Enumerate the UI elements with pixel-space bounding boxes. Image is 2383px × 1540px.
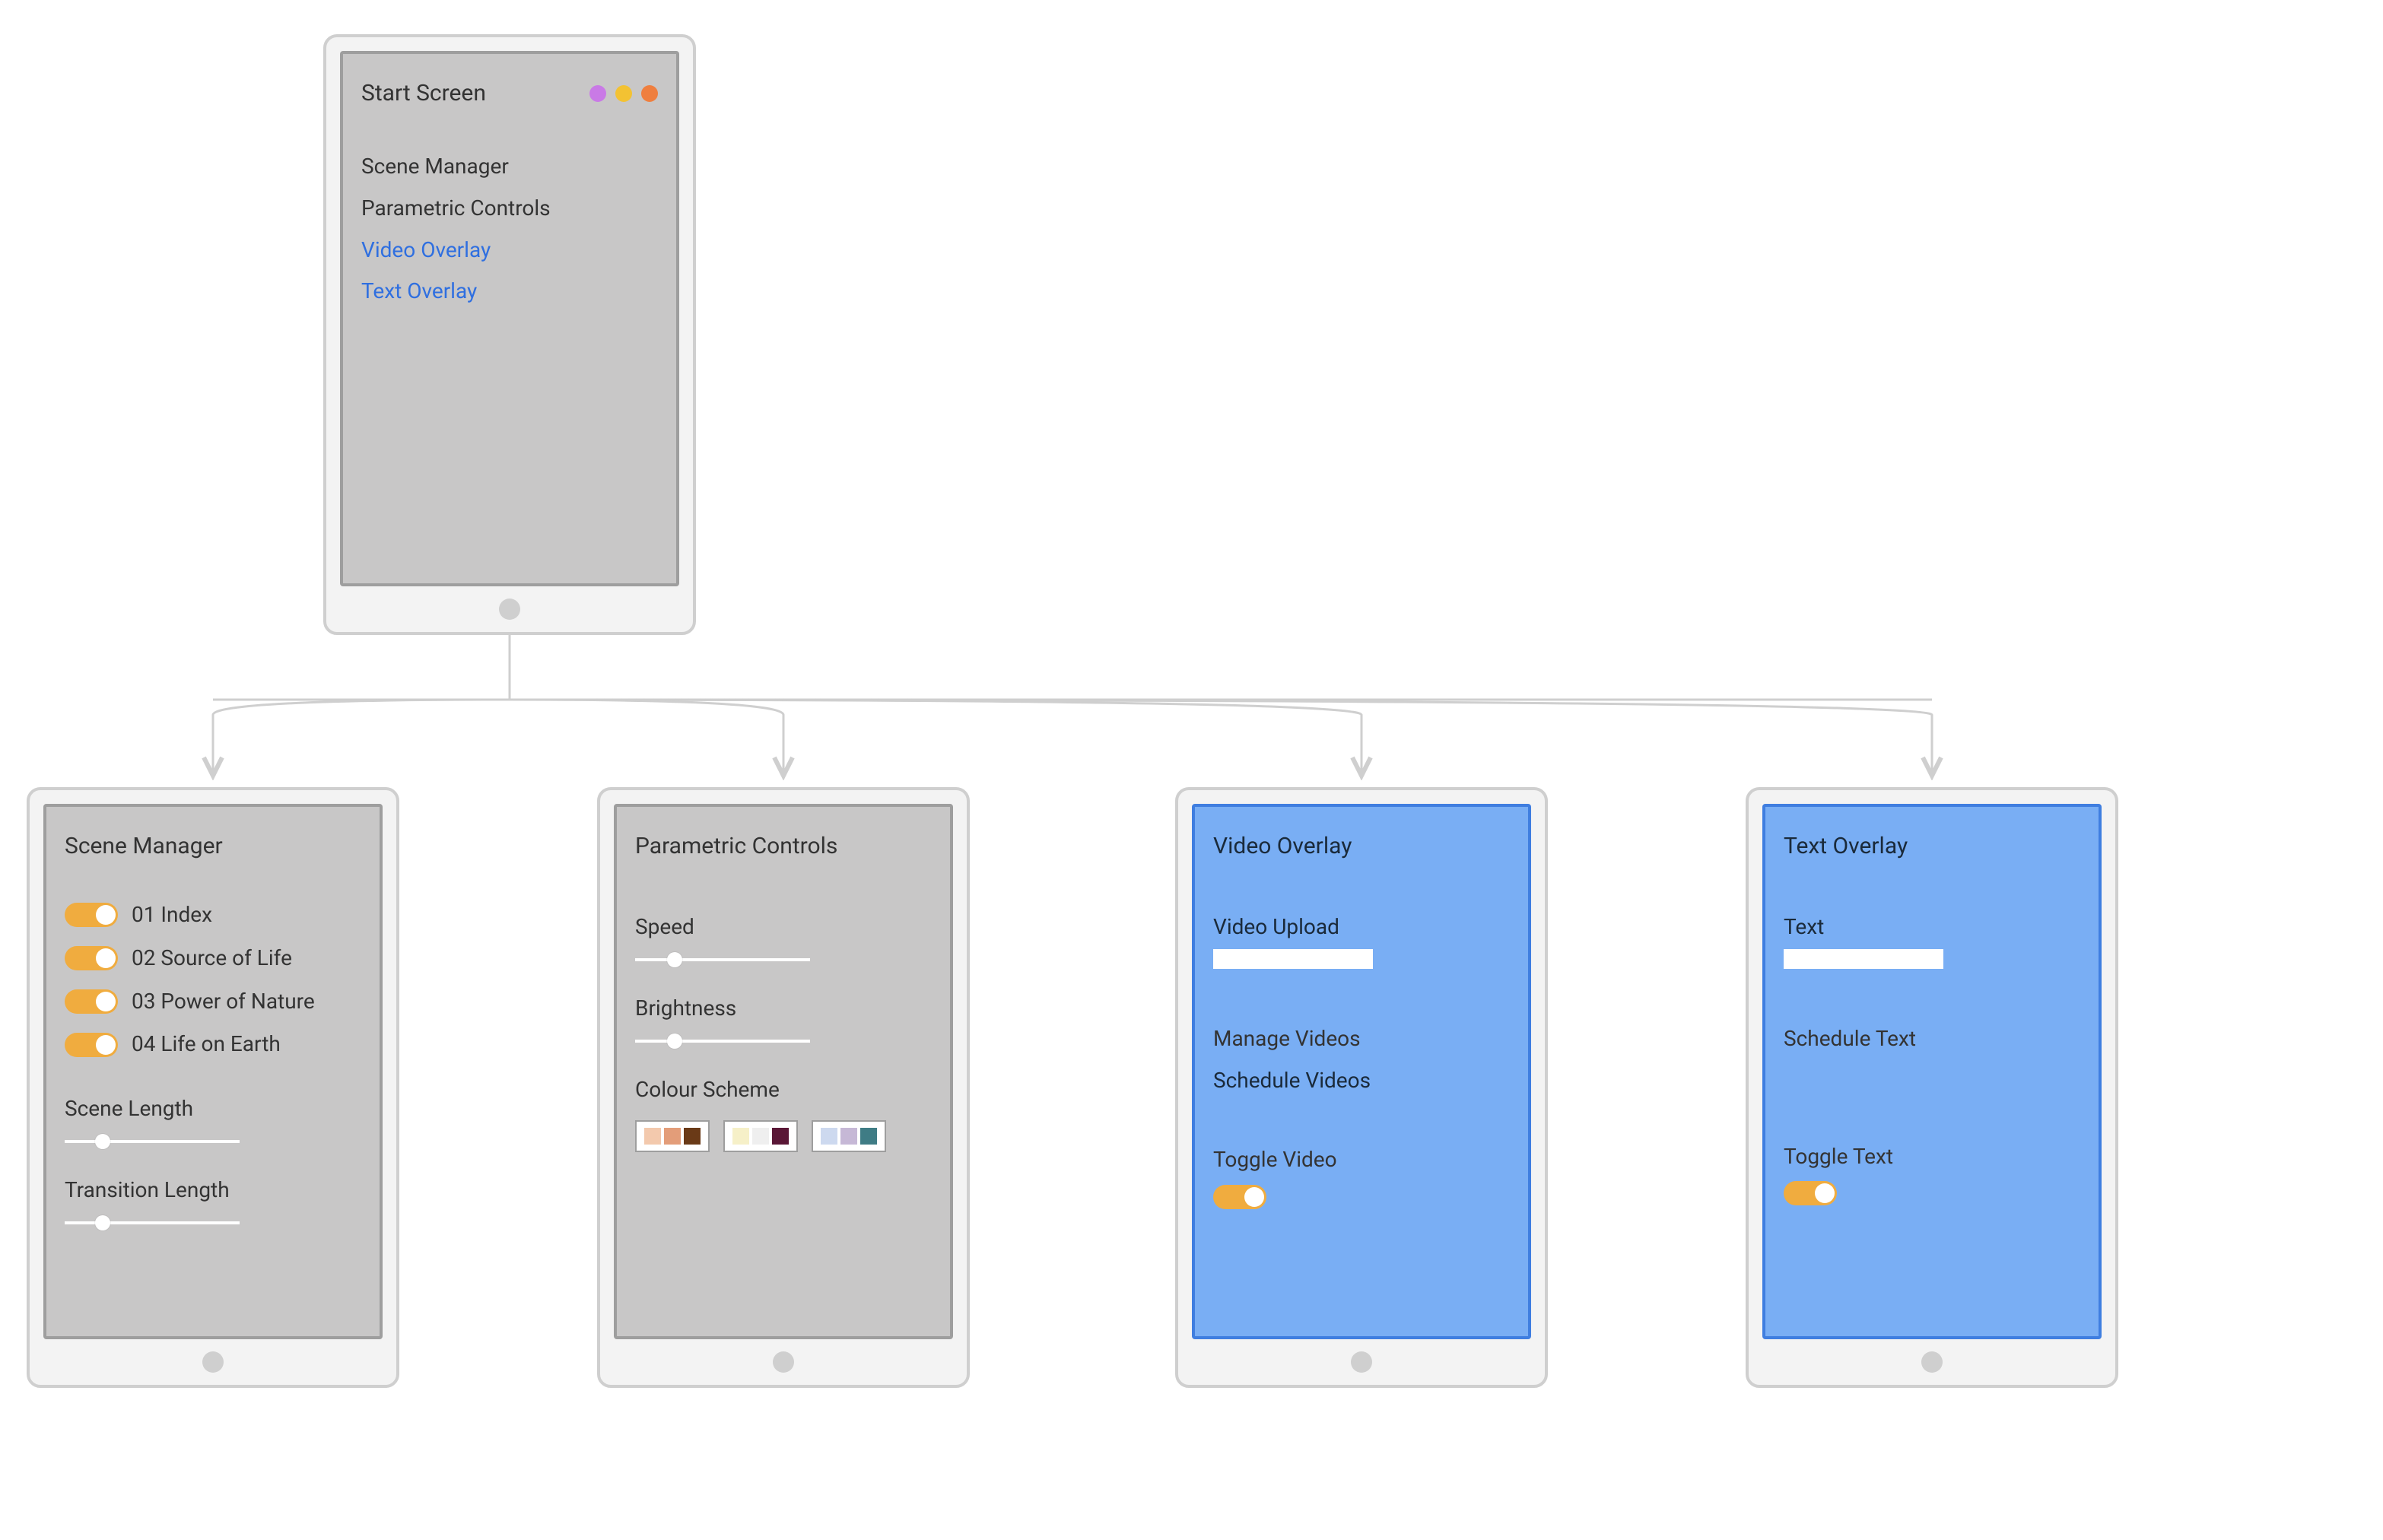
transition-length-label: Transition Length [65, 1173, 361, 1208]
toggle-text-label: Toggle Text [1784, 1140, 2080, 1174]
scene-label-2: 02 Source of Life [132, 941, 292, 976]
scene-row-4: 04 Life on Earth [65, 1027, 361, 1062]
transition-length-slider[interactable] [65, 1221, 240, 1224]
scene-length-slider[interactable] [65, 1140, 240, 1143]
colour-scheme-label: Colour Scheme [635, 1073, 932, 1107]
scene-row-1: 01 Index [65, 898, 361, 932]
phone-text-overlay: Text Overlay Text Schedule Text Toggle T… [1746, 787, 2118, 1388]
scene-row-3: 03 Power of Nature [65, 985, 361, 1019]
home-button-icon[interactable] [499, 599, 520, 620]
home-button-icon[interactable] [1921, 1351, 1943, 1373]
manage-videos-link[interactable]: Manage Videos [1213, 1022, 1510, 1056]
link-parametric-controls[interactable]: Parametric Controls [361, 192, 658, 226]
toggle-text-switch[interactable] [1784, 1181, 1837, 1205]
toggle-video-switch[interactable] [1213, 1185, 1266, 1209]
schedule-videos-link[interactable]: Schedule Videos [1213, 1064, 1510, 1098]
scene-toggle-4[interactable] [65, 1033, 118, 1057]
scene-manager-title: Scene Manager [65, 828, 361, 865]
phone-scene-manager: Scene Manager 01 Index 02 Source of Life… [27, 787, 399, 1388]
video-overlay-title: Video Overlay [1213, 828, 1510, 865]
scene-toggle-2[interactable] [65, 946, 118, 970]
start-title: Start Screen [361, 75, 486, 112]
dot-2-icon [615, 85, 632, 102]
text-overlay-title: Text Overlay [1784, 828, 2080, 865]
status-dots [589, 85, 658, 102]
text-input[interactable] [1784, 949, 1943, 969]
colour-swatch-row [635, 1120, 932, 1152]
link-scene-manager[interactable]: Scene Manager [361, 150, 658, 184]
scene-toggle-1[interactable] [65, 903, 118, 927]
dot-1-icon [589, 85, 606, 102]
swatch-group-1[interactable] [635, 1120, 710, 1152]
speed-slider[interactable] [635, 958, 810, 961]
screen-video-overlay: Video Overlay Video Upload Manage Videos… [1192, 804, 1531, 1339]
swatch-group-2[interactable] [723, 1120, 798, 1152]
screen-scene-manager: Scene Manager 01 Index 02 Source of Life… [43, 804, 383, 1339]
home-button-icon[interactable] [202, 1351, 224, 1373]
link-video-overlay[interactable]: Video Overlay [361, 233, 658, 268]
swatch-group-3[interactable] [812, 1120, 886, 1152]
scene-label-4: 04 Life on Earth [132, 1027, 281, 1062]
scene-label-1: 01 Index [132, 898, 212, 932]
phone-parametric-controls: Parametric Controls Speed Brightness Col… [597, 787, 970, 1388]
brightness-label: Brightness [635, 992, 932, 1026]
screen-text-overlay: Text Overlay Text Schedule Text Toggle T… [1762, 804, 2102, 1339]
screen-parametric-controls: Parametric Controls Speed Brightness Col… [614, 804, 953, 1339]
home-button-icon[interactable] [773, 1351, 794, 1373]
transition-length-thumb[interactable] [95, 1215, 110, 1230]
swatch-3a [821, 1128, 837, 1145]
speed-label: Speed [635, 910, 932, 945]
scene-length-thumb[interactable] [95, 1134, 110, 1149]
scene-label-3: 03 Power of Nature [132, 985, 315, 1019]
brightness-thumb[interactable] [667, 1034, 682, 1049]
dot-3-icon [641, 85, 658, 102]
swatch-1a [644, 1128, 661, 1145]
home-button-icon[interactable] [1351, 1351, 1372, 1373]
swatch-2a [732, 1128, 749, 1145]
swatch-1b [664, 1128, 681, 1145]
scene-toggle-3[interactable] [65, 989, 118, 1014]
swatch-2b [752, 1128, 769, 1145]
parametric-title: Parametric Controls [635, 828, 932, 865]
toggle-video-label: Toggle Video [1213, 1143, 1510, 1177]
screen-start: Start Screen Scene Manager Parametric Co… [340, 51, 679, 586]
brightness-slider[interactable] [635, 1040, 810, 1043]
swatch-3c [860, 1128, 877, 1145]
schedule-text-link[interactable]: Schedule Text [1784, 1022, 2080, 1056]
video-upload-input[interactable] [1213, 949, 1373, 969]
scene-length-label: Scene Length [65, 1092, 361, 1126]
phone-start-screen: Start Screen Scene Manager Parametric Co… [323, 34, 696, 635]
scene-row-2: 02 Source of Life [65, 941, 361, 976]
swatch-3b [840, 1128, 857, 1145]
diagram-canvas: Start Screen Scene Manager Parametric Co… [15, 15, 2368, 1510]
swatch-1c [684, 1128, 701, 1145]
phone-video-overlay: Video Overlay Video Upload Manage Videos… [1175, 787, 1548, 1388]
text-input-label: Text [1784, 910, 2080, 945]
speed-thumb[interactable] [667, 952, 682, 967]
link-text-overlay[interactable]: Text Overlay [361, 275, 658, 309]
video-upload-label: Video Upload [1213, 910, 1510, 945]
swatch-2c [772, 1128, 789, 1145]
